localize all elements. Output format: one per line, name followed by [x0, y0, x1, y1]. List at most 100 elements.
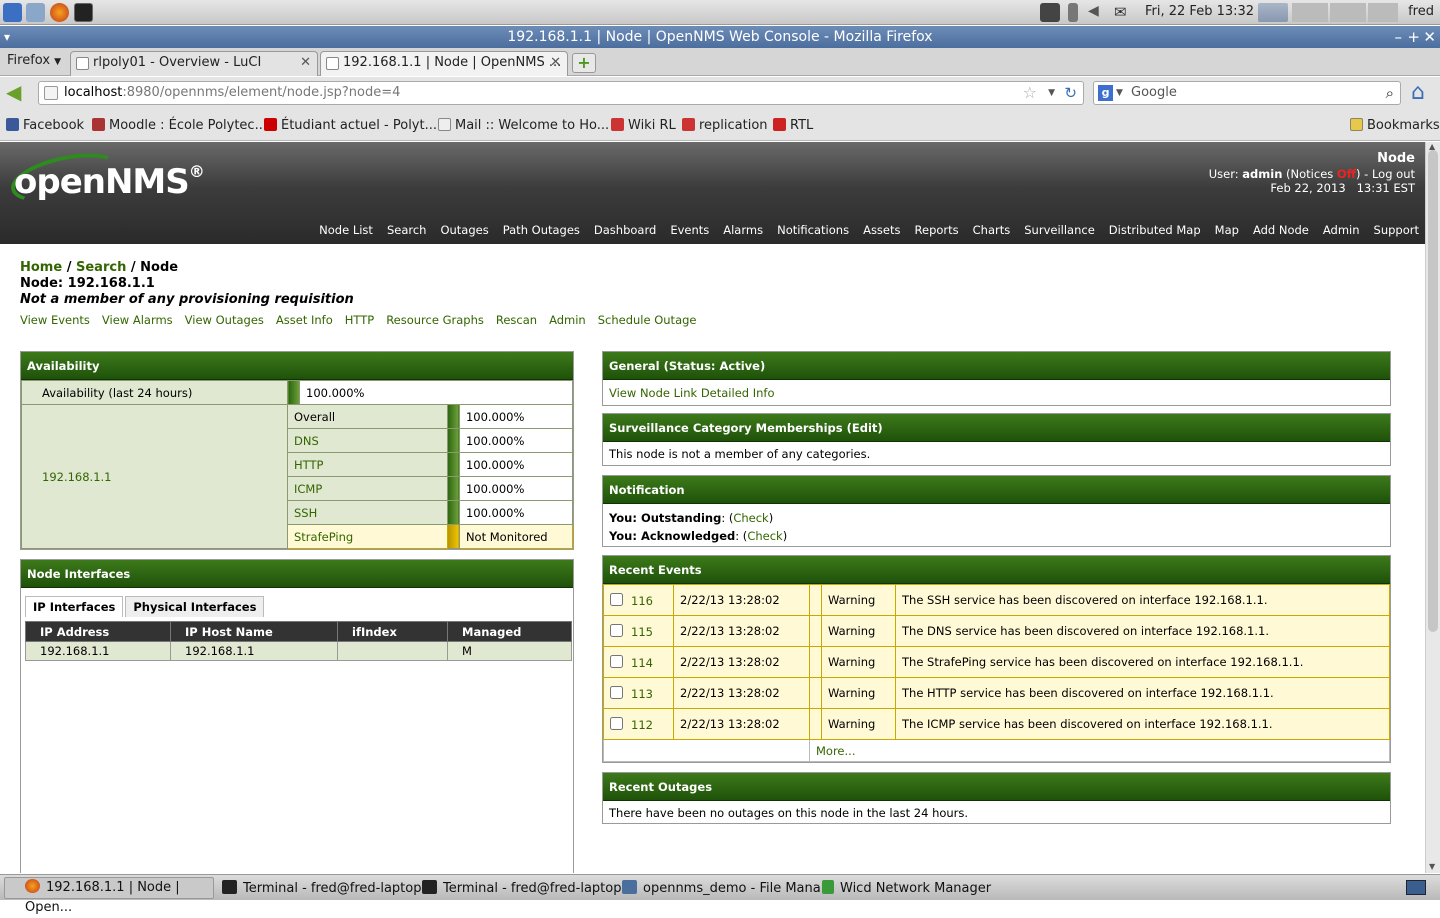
event-id-cell[interactable]: 113 — [603, 677, 674, 709]
app-menu-icon[interactable] — [3, 3, 22, 22]
service-name[interactable]: ICMP — [294, 482, 322, 496]
task-terminal-2[interactable]: Terminal - fred@fred-laptop... — [422, 880, 634, 896]
service-link-icmp[interactable]: ICMP — [287, 476, 448, 501]
event-checkbox[interactable] — [610, 716, 623, 730]
url-history-dropdown-icon[interactable]: ▼ — [1048, 82, 1055, 104]
event-row[interactable]: 116 2/22/13 13:28:02 Warning The SSH servic… — [603, 584, 1390, 616]
site-identity-icon[interactable] — [44, 86, 58, 100]
breadcrumb-search[interactable]: Search — [76, 260, 126, 275]
bookmark-etudiant[interactable]: Étudiant actuel - Polyt... — [264, 118, 437, 133]
bookmark-wiki-rl[interactable]: Wiki RL — [611, 118, 676, 133]
close-window-icon[interactable]: ✕ — [1423, 26, 1436, 48]
check-outstanding-link[interactable]: Check — [733, 511, 768, 525]
firefox-launcher-icon[interactable] — [50, 3, 69, 22]
terminal-launcher-icon[interactable] — [74, 3, 93, 22]
http-link[interactable]: HTTP — [345, 313, 374, 327]
close-tab-icon[interactable]: ✕ — [550, 52, 561, 74]
nav-add-node[interactable]: Add Node — [1253, 223, 1309, 237]
hostname-cell[interactable]: 192.168.1.1 — [170, 641, 338, 661]
window-titlebar[interactable]: ▾ 192.168.1.1 | Node | OpenNMS Web Conso… — [0, 26, 1440, 48]
event-row[interactable]: 113 2/22/13 13:28:02 Warning The HTTP servi… — [603, 677, 1390, 709]
clock[interactable]: Fri, 22 Feb 13:32 — [1145, 4, 1254, 19]
service-link-http[interactable]: HTTP — [287, 452, 448, 477]
google-engine-icon[interactable]: g — [1098, 85, 1113, 101]
task-file-manager[interactable]: opennms_demo - File Mana... — [622, 880, 833, 896]
nav-reports[interactable]: Reports — [915, 223, 959, 237]
service-name[interactable]: DNS — [294, 434, 319, 448]
view-outages-link[interactable]: View Outages — [185, 313, 264, 327]
resource-graphs-link[interactable]: Resource Graphs — [386, 313, 484, 327]
service-link-ssh[interactable]: SSH — [287, 500, 448, 525]
event-id-cell[interactable]: 116 — [603, 584, 674, 616]
rescan-link[interactable]: Rescan — [496, 313, 537, 327]
show-desktop-icon[interactable] — [1406, 880, 1426, 895]
tab-luci[interactable]: rlpoly01 - Overview - LuCI ✕ — [70, 51, 318, 76]
check-acknowledged-link[interactable]: Check — [747, 529, 782, 543]
nav-search[interactable]: Search — [387, 223, 427, 237]
reload-icon[interactable]: ↻ — [1064, 82, 1077, 104]
maximize-icon[interactable]: + — [1407, 26, 1420, 48]
user-name[interactable]: fred — [1408, 4, 1434, 19]
event-checkbox[interactable] — [610, 623, 623, 637]
nav-outages[interactable]: Outages — [440, 223, 488, 237]
nav-charts[interactable]: Charts — [973, 223, 1011, 237]
volume-icon[interactable]: ◀ — [1088, 3, 1107, 22]
service-link-strafeping[interactable]: StrafePing — [287, 524, 448, 549]
service-name[interactable]: SSH — [294, 506, 317, 520]
event-id-cell[interactable]: 112 — [603, 708, 674, 740]
view-alarms-link[interactable]: View Alarms — [102, 313, 173, 327]
minimize-icon[interactable]: – — [1395, 26, 1403, 48]
search-icon[interactable]: ⌕ — [1386, 82, 1394, 104]
bookmark-moodle[interactable]: Moodle : École Polytec... — [92, 118, 267, 133]
surveillance-panel-title[interactable]: Surveillance Category Memberships (Edit) — [603, 414, 1390, 442]
service-name[interactable]: HTTP — [294, 458, 323, 472]
admin-link[interactable]: Admin — [549, 313, 586, 327]
page-scrollbar[interactable]: ▲ ▼ — [1425, 142, 1440, 873]
event-checkbox[interactable] — [610, 654, 623, 668]
interface-ip-label[interactable]: 192.168.1.1 — [42, 470, 112, 484]
nav-dashboard[interactable]: Dashboard — [594, 223, 656, 237]
event-checkbox[interactable] — [610, 592, 623, 606]
service-name[interactable]: StrafePing — [294, 530, 353, 544]
event-id-cell[interactable]: 115 — [603, 615, 674, 647]
ip-address-cell[interactable]: 192.168.1.1 — [25, 641, 171, 661]
chevron-down-icon[interactable]: ▼ — [1116, 82, 1123, 104]
bookmark-facebook[interactable]: Facebook — [6, 118, 84, 133]
event-row[interactable]: 115 2/22/13 13:28:02 Warning The DNS servic… — [603, 615, 1390, 647]
more-events-link[interactable]: More... — [816, 744, 855, 758]
scroll-down-icon[interactable]: ▼ — [1429, 862, 1435, 871]
bookmark-mail[interactable]: Mail :: Welcome to Ho... — [438, 118, 609, 133]
workspace-4[interactable] — [1368, 3, 1398, 22]
search-input[interactable]: g ▼ Google ⌕ — [1093, 81, 1401, 105]
event-id-link[interactable]: 115 — [631, 625, 653, 639]
column-header[interactable]: IP Host Name — [170, 621, 338, 642]
nav-support[interactable]: Support — [1374, 223, 1419, 237]
nav-map[interactable]: Map — [1215, 223, 1239, 237]
task-firefox[interactable]: 192.168.1.1 | Node | Open... — [4, 877, 214, 915]
window-menu-icon[interactable]: ▾ — [4, 26, 10, 48]
event-row[interactable]: 114 2/22/13 13:28:02 Warning The StrafePing… — [603, 646, 1390, 678]
mail-icon[interactable]: ✉ — [1114, 3, 1133, 22]
battery-icon[interactable] — [1068, 3, 1078, 22]
event-id-cell[interactable]: 114 — [603, 646, 674, 678]
service-link-dns[interactable]: DNS — [287, 428, 448, 453]
file-manager-icon[interactable] — [26, 3, 45, 22]
new-tab-button[interactable]: + — [572, 53, 596, 73]
nav-assets[interactable]: Assets — [863, 223, 900, 237]
workspace-2[interactable] — [1292, 3, 1328, 22]
nav-path-outages[interactable]: Path Outages — [503, 223, 580, 237]
nav-notifications[interactable]: Notifications — [777, 223, 849, 237]
nav-events[interactable]: Events — [670, 223, 709, 237]
view-events-link[interactable]: View Events — [20, 313, 90, 327]
column-header[interactable]: Managed — [447, 621, 572, 642]
tab-opennms-node[interactable]: 192.168.1.1 | Node | OpenNMS ... ✕ — [320, 51, 568, 76]
task-terminal-1[interactable]: Terminal - fred@fred-laptop... — [222, 880, 434, 896]
schedule-outage-link[interactable]: Schedule Outage — [598, 313, 697, 327]
bookmarks-menu[interactable]: Bookmarks — [1350, 118, 1440, 133]
event-id-link[interactable]: 114 — [631, 656, 653, 670]
interface-ip-link[interactable]: 192.168.1.1 — [21, 404, 288, 549]
nav-distributed-map[interactable]: Distributed Map — [1109, 223, 1201, 237]
logout-link[interactable]: Log out — [1372, 167, 1415, 181]
tab-physical-interfaces[interactable]: Physical Interfaces — [125, 596, 265, 617]
firefox-menu-button[interactable]: Firefox ▼ — [7, 53, 61, 68]
